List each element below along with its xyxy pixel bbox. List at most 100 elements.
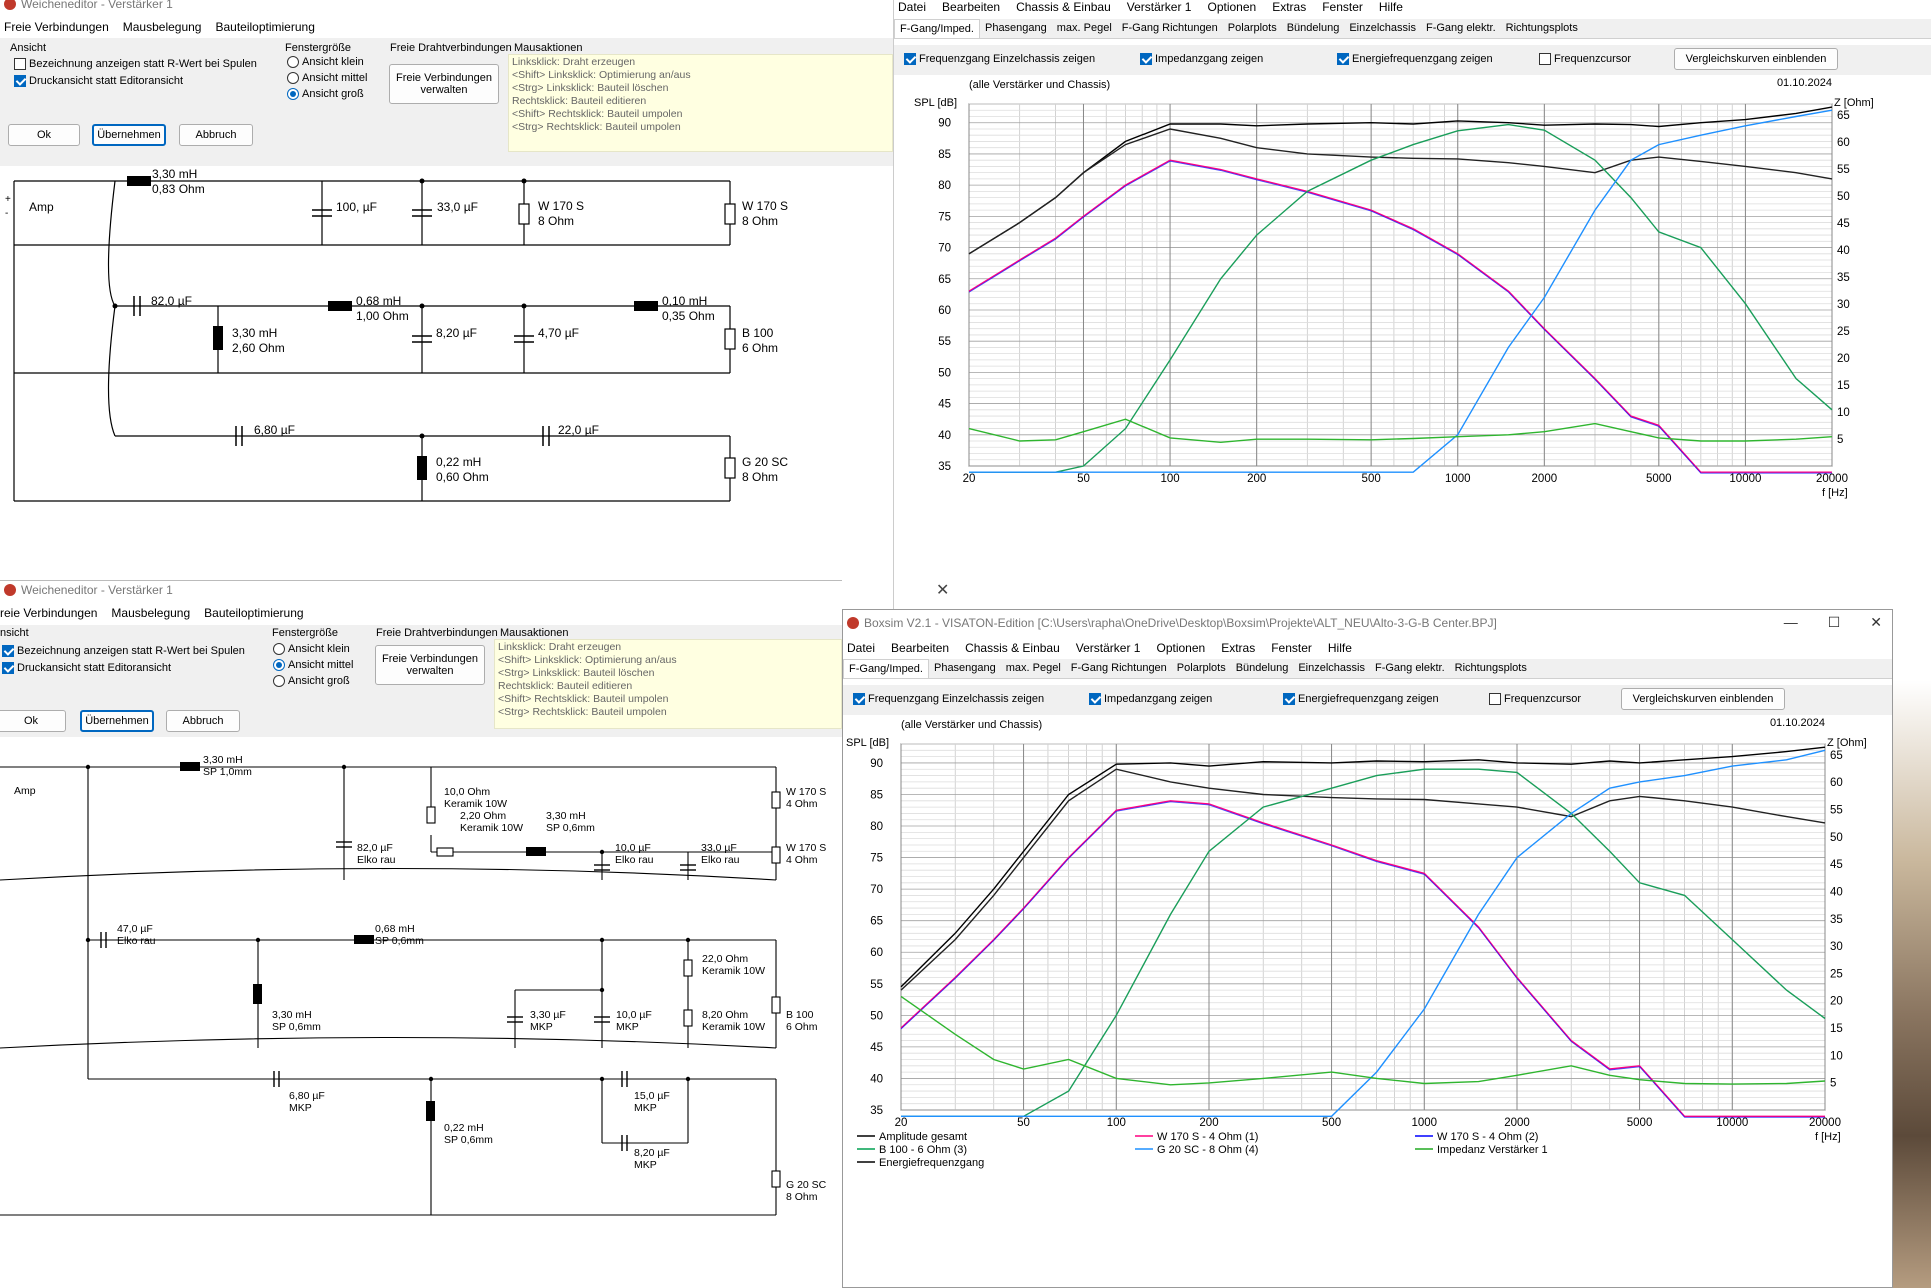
top-d3[interactable]: B 100 6 Ohm bbox=[742, 326, 778, 356]
bot-l2[interactable]: 3,30 mH SP 0,6mm bbox=[546, 810, 595, 834]
menu-bauteiloptimierung[interactable]: Bauteiloptimierung bbox=[204, 606, 303, 620]
top-c6[interactable]: 6,80 µF bbox=[254, 423, 295, 437]
menu-freie-verbindungen[interactable]: Freie Verbindungen bbox=[4, 20, 109, 34]
opt-energie[interactable]: Energiefrequenzgang zeigen bbox=[1283, 693, 1439, 705]
close-icon[interactable]: ✕ bbox=[1870, 614, 1882, 631]
bot-c6[interactable]: 10,0 µF MKP bbox=[616, 1009, 652, 1033]
bot-r3[interactable]: 22,0 Ohm Keramik 10W bbox=[702, 953, 765, 977]
top-c7[interactable]: 22,0 µF bbox=[558, 423, 599, 437]
menu-fenster[interactable]: Fenster bbox=[1271, 641, 1312, 655]
top-c2[interactable]: 33,0 µF bbox=[437, 200, 478, 214]
top-l3[interactable]: 0,10 mH 0,35 Ohm bbox=[662, 294, 715, 324]
checkbox-icon[interactable] bbox=[1489, 693, 1501, 705]
radio-ansicht-klein[interactable]: Ansicht klein bbox=[273, 643, 350, 655]
menu-verstaerker[interactable]: Verstärker 1 bbox=[1076, 641, 1141, 655]
tab-phasengang[interactable]: Phasengang bbox=[980, 19, 1052, 38]
tab-max-pegel[interactable]: max. Pegel bbox=[1052, 19, 1117, 38]
bot-l1[interactable]: 3,30 mH SP 1,0mm bbox=[203, 754, 252, 778]
menu-bearbeiten[interactable]: Bearbeiten bbox=[891, 641, 949, 655]
menu-chassis[interactable]: Chassis & Einbau bbox=[1016, 0, 1111, 14]
top-d4[interactable]: G 20 SC 8 Ohm bbox=[742, 455, 788, 485]
radio-icon[interactable] bbox=[273, 675, 285, 687]
tab-buendelung[interactable]: Bündelung bbox=[1282, 19, 1345, 38]
opt-einzelchassis[interactable]: Frequenzgang Einzelchassis zeigen bbox=[853, 693, 1044, 705]
radio-selected-icon[interactable] bbox=[273, 659, 285, 671]
tab-buendelung[interactable]: Bündelung bbox=[1231, 659, 1294, 678]
radio-icon[interactable] bbox=[287, 56, 299, 68]
opt-frequenzcursor[interactable]: Frequenzcursor bbox=[1539, 53, 1631, 65]
menu-freie-verbindungen[interactable]: reie Verbindungen bbox=[0, 606, 97, 620]
top-c4[interactable]: 8,20 µF bbox=[436, 326, 477, 340]
opt-energie[interactable]: Energiefrequenzgang zeigen bbox=[1337, 53, 1493, 65]
top-c5[interactable]: 4,70 µF bbox=[538, 326, 579, 340]
top-c3[interactable]: 82,0 µF bbox=[151, 294, 192, 308]
tab-fgang-imped[interactable]: F-Gang/Imped. bbox=[894, 19, 980, 38]
menu-extras[interactable]: Extras bbox=[1272, 0, 1306, 14]
bot-d3[interactable]: B 100 6 Ohm bbox=[786, 1009, 818, 1033]
tab-fgang-elektr[interactable]: F-Gang elektr. bbox=[1370, 659, 1450, 678]
bot-c1[interactable]: 82,0 µF Elko rau bbox=[357, 842, 396, 866]
checkbox-icon[interactable] bbox=[1539, 53, 1551, 65]
menu-datei[interactable]: Datei bbox=[847, 641, 875, 655]
top-l2[interactable]: 0,68 mH 1,00 Ohm bbox=[356, 294, 409, 324]
menu-datei[interactable]: Datei bbox=[898, 0, 926, 14]
menu-bauteiloptimierung[interactable]: Bauteiloptimierung bbox=[215, 20, 314, 34]
opt-druckansicht[interactable]: Druckansicht statt Editoransicht bbox=[14, 75, 183, 87]
apply-button[interactable]: Übernehmen bbox=[92, 124, 166, 146]
bot-c5[interactable]: 3,30 µF MKP bbox=[530, 1009, 566, 1033]
cancel-button[interactable]: Abbruch bbox=[166, 710, 240, 732]
bot-c3[interactable]: 33,0 µF Elko rau bbox=[701, 842, 740, 866]
top-c1[interactable]: 100, µF bbox=[336, 200, 377, 214]
menu-fenster[interactable]: Fenster bbox=[1322, 0, 1363, 14]
bot-l4[interactable]: 3,30 mH SP 0,6mm bbox=[272, 1009, 321, 1033]
tab-einzelchassis[interactable]: Einzelchassis bbox=[1293, 659, 1370, 678]
freie-verbindungen-button[interactable]: Freie Verbindungen verwalten bbox=[389, 64, 499, 104]
top-d1[interactable]: W 170 S8 Ohm bbox=[538, 199, 584, 229]
bot-l5[interactable]: 0,22 mH SP 0,6mm bbox=[444, 1122, 493, 1146]
menu-optionen[interactable]: Optionen bbox=[1207, 0, 1256, 14]
menu-verstaerker[interactable]: Verstärker 1 bbox=[1127, 0, 1192, 14]
checkbox-checked-icon[interactable] bbox=[14, 75, 26, 87]
checkbox-icon[interactable] bbox=[14, 58, 26, 70]
top-l1[interactable]: 3,30 mH 0,83 Ohm bbox=[152, 167, 205, 197]
opt-impedanz[interactable]: Impedanzgang zeigen bbox=[1089, 693, 1212, 705]
menu-mausbelegung[interactable]: Mausbelegung bbox=[123, 20, 202, 34]
tab-einzelchassis[interactable]: Einzelchassis bbox=[1344, 19, 1421, 38]
opt-bezeichnung[interactable]: Bezeichnung anzeigen statt R-Wert bei Sp… bbox=[14, 58, 257, 70]
minimize-icon[interactable]: — bbox=[1784, 614, 1798, 631]
radio-icon[interactable] bbox=[287, 72, 299, 84]
menu-optionen[interactable]: Optionen bbox=[1156, 641, 1205, 655]
tab-max-pegel[interactable]: max. Pegel bbox=[1001, 659, 1066, 678]
bot-c7[interactable]: 6,80 µF MKP bbox=[289, 1090, 325, 1114]
ok-button[interactable]: Ok bbox=[8, 124, 80, 146]
bot-r2[interactable]: 2,20 Ohm Keramik 10W bbox=[460, 810, 523, 834]
checkbox-checked-icon[interactable] bbox=[1089, 693, 1101, 705]
bot-c4[interactable]: 47,0 µF Elko rau bbox=[117, 923, 156, 947]
opt-impedanz[interactable]: Impedanzgang zeigen bbox=[1140, 53, 1263, 65]
opt-druckansicht[interactable]: Druckansicht statt Editoransicht bbox=[2, 662, 171, 674]
maximize-icon[interactable]: ☐ bbox=[1828, 614, 1841, 631]
bot-d2[interactable]: W 170 S4 Ohm bbox=[786, 842, 826, 866]
radio-ansicht-mittel[interactable]: Ansicht mittel bbox=[287, 72, 367, 84]
checkbox-checked-icon[interactable] bbox=[1283, 693, 1295, 705]
tab-richtungsplots[interactable]: Richtungsplots bbox=[1450, 659, 1532, 678]
top-l4[interactable]: 3,30 mH 2,60 Ohm bbox=[232, 326, 285, 356]
tab-phasengang[interactable]: Phasengang bbox=[929, 659, 1001, 678]
opt-bezeichnung[interactable]: Bezeichnung anzeigen statt R-Wert bei Sp… bbox=[2, 645, 245, 657]
bot-d4[interactable]: G 20 SC 8 Ohm bbox=[786, 1179, 826, 1203]
radio-selected-icon[interactable] bbox=[287, 88, 299, 100]
tab-richtungsplots[interactable]: Richtungsplots bbox=[1501, 19, 1583, 38]
checkbox-checked-icon[interactable] bbox=[1337, 53, 1349, 65]
tab-polarplots[interactable]: Polarplots bbox=[1172, 659, 1231, 678]
opt-frequenzcursor[interactable]: Frequenzcursor bbox=[1489, 693, 1581, 705]
freie-verbindungen-button[interactable]: Freie Verbindungen verwalten bbox=[375, 645, 485, 685]
bot-c9[interactable]: 8,20 µF MKP bbox=[634, 1147, 670, 1171]
checkbox-checked-icon[interactable] bbox=[853, 693, 865, 705]
checkbox-checked-icon[interactable] bbox=[2, 662, 14, 674]
radio-icon[interactable] bbox=[273, 643, 285, 655]
vergleichskurven-button[interactable]: Vergleichskurven einblenden bbox=[1621, 688, 1785, 710]
checkbox-checked-icon[interactable] bbox=[904, 53, 916, 65]
apply-button[interactable]: Übernehmen bbox=[80, 710, 154, 732]
radio-ansicht-gross[interactable]: Ansicht groß bbox=[273, 675, 350, 687]
opt-einzelchassis[interactable]: Frequenzgang Einzelchassis zeigen bbox=[904, 53, 1095, 65]
